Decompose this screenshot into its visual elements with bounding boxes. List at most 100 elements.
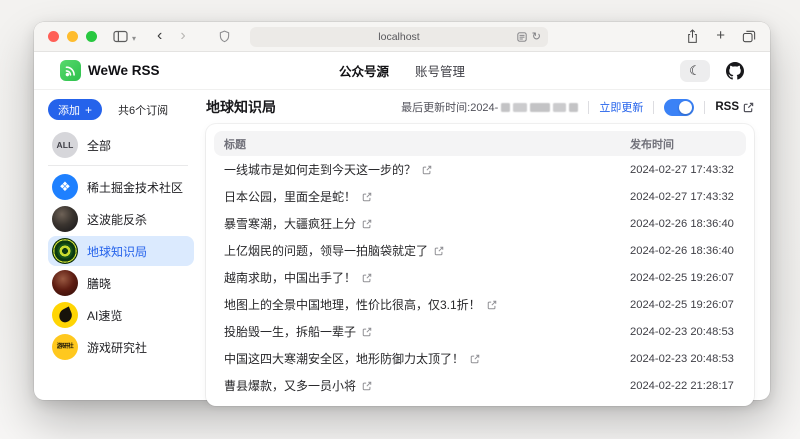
subscription-item[interactable]: 膳晓: [48, 268, 194, 298]
plus-icon: +: [85, 104, 92, 116]
brand-name: WeWe RSS: [88, 63, 160, 78]
feed-title: 地球知识局: [206, 97, 276, 117]
articles-table: 标题 发布时间 一线城市是如何走到今天这一步的？ 2024-02-27 17:4…: [206, 124, 754, 406]
share-icon[interactable]: [686, 29, 699, 44]
redacted-block: [513, 103, 527, 112]
external-link-icon: [743, 102, 754, 113]
nav-tab-feeds[interactable]: 公众号源: [339, 61, 389, 80]
divider: [704, 101, 705, 114]
external-link-icon: [362, 273, 372, 283]
article-title-link[interactable]: 地图上的全景中国地理，性价比很高，仅3.1折！: [224, 296, 481, 313]
article-row[interactable]: 日本公园，里面全是蛇！ 2024-02-27 17:43:32: [214, 183, 746, 210]
url-text: localhost: [378, 31, 419, 43]
reload-icon[interactable]: ↻: [532, 32, 541, 43]
feed-panel: 地球知识局 最后更新时间:2024- 立即更新: [206, 96, 754, 400]
subscription-item[interactable]: AI速览: [48, 300, 194, 330]
external-link-icon: [362, 192, 372, 202]
chevron-down-icon[interactable]: ▾: [132, 34, 136, 43]
article-row[interactable]: 地图上的全景中国地理，性价比很高，仅3.1折！ 2024-02-25 19:26…: [214, 291, 746, 318]
app-header: WeWe RSS 公众号源 账号管理 ☾: [34, 52, 770, 90]
subscription-item[interactable]: ALL 全部: [48, 130, 194, 160]
external-link-icon: [362, 381, 372, 391]
article-row[interactable]: 一线城市是如何走到今天这一步的？ 2024-02-27 17:43:32: [214, 156, 746, 183]
last-update-time: 最后更新时间:2024-: [401, 99, 578, 115]
feed-enabled-toggle[interactable]: [664, 99, 694, 116]
dark-mode-toggle[interactable]: ☾: [680, 60, 710, 82]
new-tab-icon[interactable]: +: [716, 28, 725, 45]
address-bar[interactable]: localhost ↻: [250, 27, 548, 47]
minimize-window-button[interactable]: [67, 31, 78, 42]
subscription-sidebar: 添加+ 共6个订阅 ALL 全部 ❖ 稀土掘金技术社区 这波能反杀 地球知识局 …: [48, 96, 194, 400]
refresh-now-link[interactable]: 立即更新: [599, 99, 643, 115]
tab-overview-icon[interactable]: [742, 30, 756, 43]
article-publish-time: 2024-02-27 17:43:32: [630, 191, 746, 203]
article-row[interactable]: 上亿烟民的问题，领导一拍脑袋就定了 2024-02-26 18:36:40: [214, 237, 746, 264]
wewe-rss-logo-icon: [60, 60, 81, 81]
redacted-block: [530, 103, 550, 112]
article-publish-time: 2024-02-25 19:26:07: [630, 299, 746, 311]
article-row[interactable]: 中国这四大寒潮安全区，地形防御力太顶了！ 2024-02-23 20:48:53: [214, 345, 746, 372]
article-title-link[interactable]: 一线城市是如何走到今天这一步的？: [224, 161, 416, 178]
globe-logo-icon: [52, 238, 78, 264]
articles-table-body: 一线城市是如何走到今天这一步的？ 2024-02-27 17:43:32 日本公…: [214, 156, 746, 399]
all-badge-icon: ALL: [52, 132, 78, 158]
ai-swoosh-icon: [52, 302, 78, 328]
redacted-block: [569, 103, 578, 112]
article-publish-time: 2024-02-23 20:48:53: [630, 326, 746, 338]
redacted-block: [501, 103, 510, 112]
window-controls: [48, 31, 97, 42]
brand: WeWe RSS: [60, 60, 160, 81]
game-society-icon: 游研社: [52, 334, 78, 360]
rss-link[interactable]: RSS: [715, 101, 754, 113]
article-title-link[interactable]: 投胎毁一生，拆船一辈子: [224, 323, 356, 340]
column-title: 标题: [214, 136, 630, 152]
article-publish-time: 2024-02-27 17:43:32: [630, 164, 746, 176]
sidebar-divider: [48, 165, 188, 166]
add-subscription-button[interactable]: 添加+: [48, 99, 102, 120]
article-publish-time: 2024-02-23 20:48:53: [630, 353, 746, 365]
browser-window: ▾ ‹ › localhost ↻: [34, 22, 770, 400]
nav-tab-accounts[interactable]: 账号管理: [415, 61, 465, 80]
column-publish-time: 发布时间: [630, 136, 746, 152]
external-link-icon: [487, 300, 497, 310]
divider: [653, 101, 654, 114]
forward-button[interactable]: ›: [180, 28, 185, 46]
article-publish-time: 2024-02-22 21:28:17: [630, 380, 746, 392]
external-link-icon: [470, 354, 480, 364]
reader-icon[interactable]: [517, 32, 527, 42]
sidebar-toggle-icon[interactable]: [113, 30, 128, 43]
article-row[interactable]: 投胎毁一生，拆船一辈子 2024-02-23 20:48:53: [214, 318, 746, 345]
subscription-list: ALL 全部 ❖ 稀土掘金技术社区 这波能反杀 地球知识局 膳晓 AI速览 游研…: [48, 130, 194, 362]
article-title-link[interactable]: 日本公园，里面全是蛇！: [224, 188, 356, 205]
subscription-item[interactable]: 游研社 游戏研究社: [48, 332, 194, 362]
article-title-link[interactable]: 越南求助，中国出手了！: [224, 269, 356, 286]
external-link-icon: [422, 165, 432, 175]
article-title-link[interactable]: 中国这四大寒潮安全区，地形防御力太顶了！: [224, 350, 464, 367]
privacy-shield-icon[interactable]: [219, 30, 230, 43]
subscription-count: 共6个订阅: [118, 102, 168, 118]
article-row[interactable]: 越南求助，中国出手了！ 2024-02-25 19:26:07: [214, 264, 746, 291]
app-nav: 公众号源 账号管理: [339, 61, 465, 80]
external-link-icon: [362, 327, 372, 337]
subscription-item[interactable]: ❖ 稀土掘金技术社区: [48, 172, 194, 202]
article-title-link[interactable]: 曹县爆款，又多一员小将: [224, 377, 356, 394]
juejin-diamond-icon: ❖: [52, 174, 78, 200]
subscription-item[interactable]: 地球知识局: [48, 236, 194, 266]
article-publish-time: 2024-02-26 18:36:40: [630, 218, 746, 230]
github-icon[interactable]: [726, 62, 744, 80]
person-photo-dark-icon: [52, 206, 78, 232]
article-title-link[interactable]: 上亿烟民的问题，领导一拍脑袋就定了: [224, 242, 428, 259]
fullscreen-window-button[interactable]: [86, 31, 97, 42]
subscription-item[interactable]: 这波能反杀: [48, 204, 194, 234]
browser-titlebar: ▾ ‹ › localhost ↻: [34, 22, 770, 52]
article-publish-time: 2024-02-26 18:36:40: [630, 245, 746, 257]
article-title-link[interactable]: 暴雪寒潮，大疆疯狂上分: [224, 215, 356, 232]
article-row[interactable]: 曹县爆款，又多一员小将 2024-02-22 21:28:17: [214, 372, 746, 399]
close-window-button[interactable]: [48, 31, 59, 42]
external-link-icon: [434, 246, 444, 256]
external-link-icon: [362, 219, 372, 229]
article-row[interactable]: 暴雪寒潮，大疆疯狂上分 2024-02-26 18:36:40: [214, 210, 746, 237]
back-button[interactable]: ‹: [157, 28, 162, 46]
table-header: 标题 发布时间: [214, 131, 746, 156]
article-publish-time: 2024-02-25 19:26:07: [630, 272, 746, 284]
